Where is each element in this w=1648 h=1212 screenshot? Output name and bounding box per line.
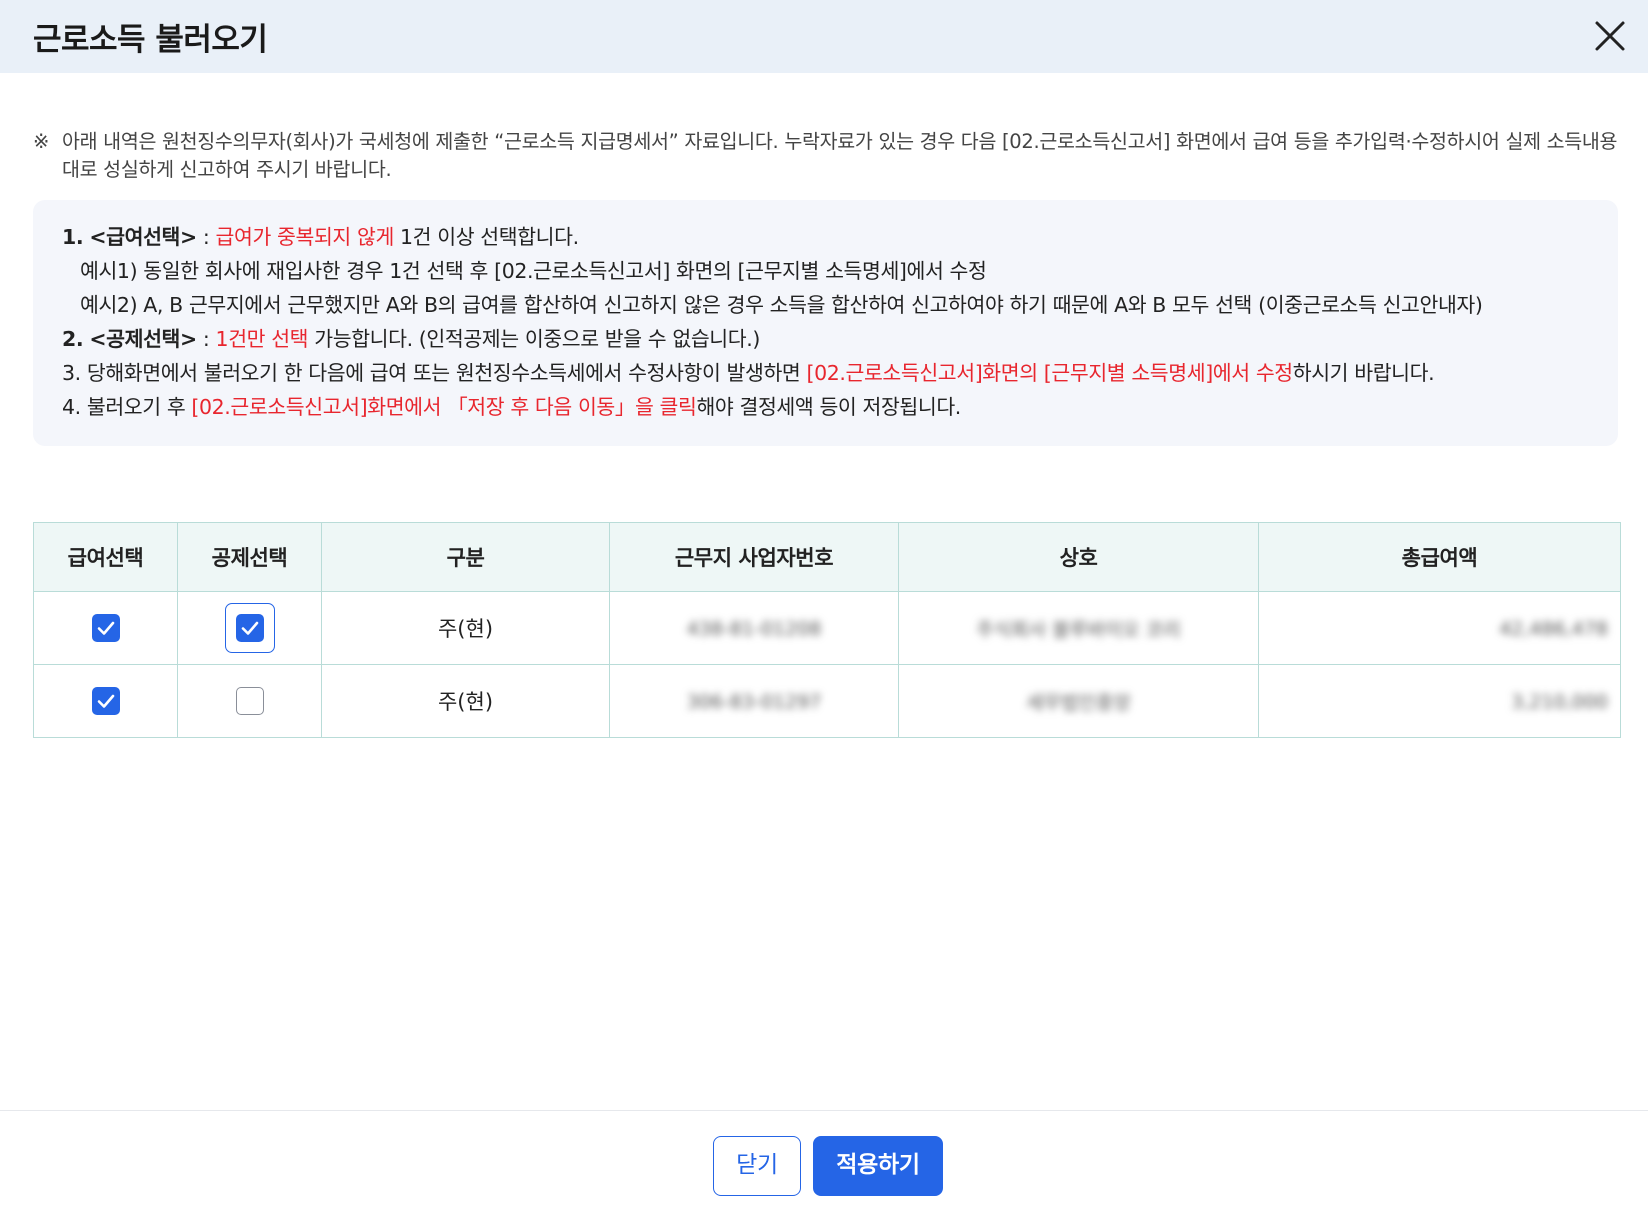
guide-example-1: 예시1) 동일한 회사에 재입사한 경우 1건 선택 후 [02.근로소득신고서…	[80, 259, 987, 283]
col-header-biz-no: 근무지 사업자번호	[609, 522, 899, 592]
col-header-type: 구분	[321, 522, 610, 592]
total-salary-value: 42,486,478	[1499, 618, 1608, 640]
close-icon	[1595, 21, 1625, 51]
guide-item-1-highlight: 급여가 중복되지 않게	[215, 225, 395, 249]
guide-item-1-title: <급여선택>	[89, 225, 197, 249]
total-salary-cell: 42,486,478	[1258, 591, 1621, 665]
total-salary-cell: 3,210,000	[1258, 664, 1621, 738]
salary-checkbox[interactable]	[91, 614, 120, 642]
guide-item-1-num: 1.	[62, 225, 84, 249]
col-header-company: 상호	[898, 522, 1259, 592]
company-cell: 주식회사 블루바이오 코리	[898, 591, 1259, 665]
guide-item-3-highlight: [02.근로소득신고서]화면의 [근무지별 소득명세]에서 수정	[806, 361, 1293, 385]
guide-item-2-highlight: 1건만 선택	[215, 327, 309, 351]
deduction-checkbox-focus-ring	[224, 603, 275, 653]
deduction-select-cell	[177, 664, 322, 738]
salary-select-cell	[33, 664, 178, 738]
salary-checkbox[interactable]	[91, 687, 120, 715]
checkmark-icon	[97, 694, 114, 708]
guide-item-2: 2. <공제선택> : 1건만 선택 가능합니다. (인적공제는 이중으로 받을…	[62, 322, 1618, 356]
notice-mark: ※	[33, 130, 50, 153]
guide-item-1-sep: :	[196, 225, 216, 249]
company-cell: 세무법인중앙	[898, 664, 1259, 738]
income-import-modal: 근로소득 불러오기 ※ 아래 내역은 원천징수의무자(회사)가 국세청에 제출한…	[0, 0, 1648, 1212]
col-header-total-salary: 총급여액	[1258, 522, 1621, 592]
biz-no-value: 438-81-01208	[686, 618, 822, 640]
income-table: 급여선택 공제선택 구분 근무지 사업자번호 상호 총급여액 주(현) 438-…	[33, 522, 1621, 738]
biz-no-cell: 438-81-01208	[609, 591, 899, 665]
close-dialog-button[interactable]: 닫기	[713, 1136, 801, 1196]
checkmark-icon	[97, 621, 114, 635]
notice-text: 아래 내역은 원천징수의무자(회사)가 국세청에 제출한 “근로소득 지급명세서…	[62, 130, 1618, 181]
guide-item-2-num: 2.	[62, 327, 84, 351]
guide-item-3-pre: 3. 당해화면에서 불러오기 한 다음에 급여 또는 원천징수소득세에서 수정사…	[62, 361, 807, 385]
guide-item-1-rest: 1건 이상 선택합니다.	[393, 225, 579, 249]
biz-no-cell: 306-83-01297	[609, 664, 899, 738]
guide-item-2-sep: :	[196, 327, 216, 351]
modal-title: 근로소득 불러오기	[33, 22, 268, 58]
biz-no-value: 306-83-01297	[686, 691, 822, 713]
close-button[interactable]	[1590, 16, 1630, 56]
guide-item-3: 3. 당해화면에서 불러오기 한 다음에 급여 또는 원천징수소득세에서 수정사…	[62, 356, 1618, 390]
guide-item-4-highlight: [02.근로소득신고서]화면에서 「저장 후 다음 이동」을 클릭	[191, 395, 697, 419]
company-value: 세무법인중앙	[1026, 691, 1131, 714]
salary-select-cell	[33, 591, 178, 665]
notice-text-block: ※ 아래 내역은 원천징수의무자(회사)가 국세청에 제출한 “근로소득 지급명…	[33, 128, 1618, 184]
guide-item-2-title: <공제선택>	[89, 327, 197, 351]
modal-header: 근로소득 불러오기	[0, 0, 1648, 73]
guide-item-2-rest: 가능합니다. (인적공제는 이중으로 받을 수 없습니다.)	[308, 327, 760, 351]
company-value: 주식회사 블루바이오 코리	[976, 618, 1181, 641]
guide-item-1: 1. <급여선택> : 급여가 중복되지 않게 1건 이상 선택합니다.	[62, 220, 1618, 254]
apply-button[interactable]: 적용하기	[813, 1136, 943, 1196]
type-cell: 주(현)	[321, 591, 610, 665]
table-row: 주(현) 306-83-01297 세무법인중앙 3,210,000	[33, 664, 1621, 738]
guide-box: 1. <급여선택> : 급여가 중복되지 않게 1건 이상 선택합니다. 예시1…	[33, 200, 1618, 446]
deduction-checkbox[interactable]	[235, 687, 264, 715]
table-row: 주(현) 438-81-01208 주식회사 블루바이오 코리 42,486,4…	[33, 591, 1621, 665]
col-header-salary-select: 급여선택	[33, 522, 178, 592]
guide-item-4-pre: 4. 불러오기 후	[62, 395, 192, 419]
deduction-checkbox[interactable]	[235, 614, 264, 642]
type-cell: 주(현)	[321, 664, 610, 738]
guide-example-2: 예시2) A, B 근무지에서 근무했지만 A와 B의 급여를 합산하여 신고하…	[80, 293, 1483, 317]
guide-item-3-rest: 하시기 바랍니다.	[1292, 361, 1435, 385]
col-header-deduction-select: 공제선택	[177, 522, 322, 592]
checkmark-icon	[241, 621, 258, 635]
total-salary-value: 3,210,000	[1511, 691, 1608, 713]
footer-divider	[0, 1110, 1648, 1111]
deduction-select-cell	[177, 591, 322, 665]
guide-item-4: 4. 불러오기 후 [02.근로소득신고서]화면에서 「저장 후 다음 이동」을…	[62, 390, 1618, 424]
guide-item-4-rest: 해야 결정세액 등이 저장됩니다.	[696, 395, 961, 419]
table-header-row: 급여선택 공제선택 구분 근무지 사업자번호 상호 총급여액	[33, 522, 1621, 592]
